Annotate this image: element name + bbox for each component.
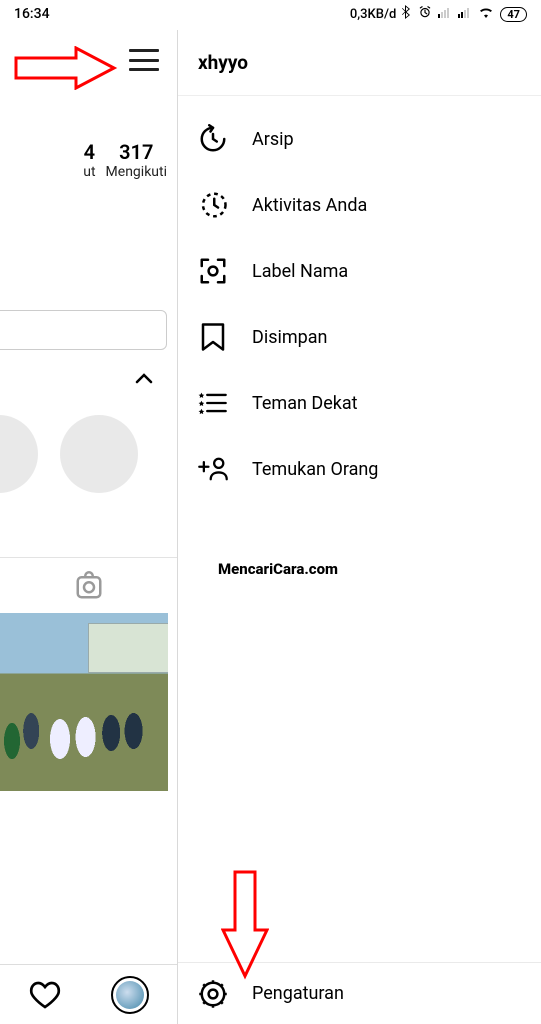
drawer-menu: Arsip Aktivitas Anda Label Nama Disimpan [178,96,541,502]
battery-level: 47 [500,7,527,22]
settings-label: Pengaturan [252,983,344,1004]
story-circle[interactable] [0,415,38,493]
bottom-nav [0,964,178,1024]
menu-label: Aktivitas Anda [252,195,367,216]
gear-icon [196,977,230,1011]
hamburger-icon[interactable] [129,49,159,71]
watermark-text: MencariCara.com [218,560,338,578]
grid-photo[interactable] [0,613,168,791]
side-drawer: xhyyo Arsip Aktivitas Anda Label Nama Di… [178,30,541,1024]
profile-header [0,30,177,90]
menu-label: Temukan Orang [252,459,378,480]
archive-icon [196,122,230,156]
discover-people-icon [196,452,230,486]
menu-archive[interactable]: Arsip [196,106,541,172]
heart-icon[interactable] [29,980,61,1010]
wifi-icon [478,6,494,22]
bluetooth-icon [402,5,412,23]
nametag-icon [196,254,230,288]
status-right: 0,3KB/d 47 [350,5,527,23]
menu-close-friends[interactable]: Teman Dekat [196,370,541,436]
edit-profile-button[interactable] [0,310,167,350]
saved-icon [196,320,230,354]
profile-avatar-nav[interactable] [111,976,149,1014]
menu-label: Label Nama [252,261,348,282]
menu-label: Arsip [252,129,294,150]
stat-following[interactable]: 317 Mengikuti [106,140,167,180]
stat-followers[interactable]: 4 ut [83,140,95,180]
stat-label: Mengikuti [106,164,167,180]
menu-label: Disimpan [252,327,327,348]
signal2-icon [458,6,472,22]
menu-your-activity[interactable]: Aktivitas Anda [196,172,541,238]
stat-num: 4 [83,140,95,164]
stat-num: 317 [106,140,167,164]
profile-tab-tagged[interactable] [0,557,177,613]
status-data-rate: 0,3KB/d [350,7,397,22]
drawer-username: xhyyo [178,30,541,96]
profile-stats: 4 ut 317 Mengikuti [0,140,177,180]
menu-nametag[interactable]: Label Nama [196,238,541,304]
chevron-up-icon[interactable] [0,350,177,389]
menu-settings[interactable]: Pengaturan [178,962,541,1024]
profile-pane: 4 ut 317 Mengikuti [0,30,178,1024]
menu-saved[interactable]: Disimpan [196,304,541,370]
menu-label: Teman Dekat [252,393,358,414]
stat-label: ut [83,164,95,180]
close-friends-icon [196,386,230,420]
signal1-icon [438,6,452,22]
story-circle[interactable] [60,415,138,493]
story-highlights [0,415,177,493]
activity-icon [196,188,230,222]
menu-discover-people[interactable]: Temukan Orang [196,436,541,502]
alarm-icon [418,5,432,23]
status-time: 16:34 [14,6,50,22]
status-bar: 16:34 0,3KB/d 47 [0,0,541,28]
